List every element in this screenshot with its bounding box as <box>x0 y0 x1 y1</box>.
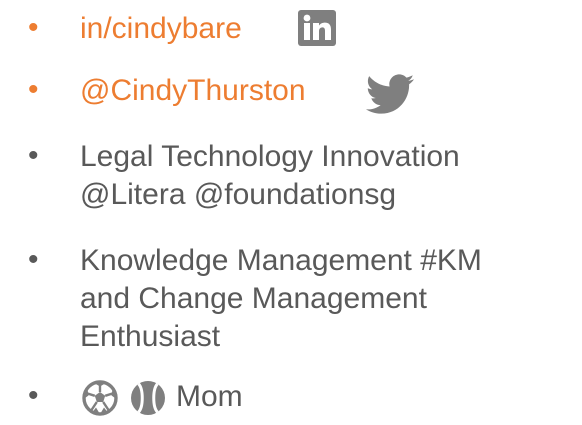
bullet-marker: • <box>28 243 39 276</box>
list-item-legal-tech: • Legal Technology Innovation @Litera @f… <box>0 136 582 218</box>
bullet-marker: • <box>28 379 39 412</box>
baseball-icon <box>130 380 166 421</box>
list-item-mom: • Mom <box>0 376 582 420</box>
list-item-knowledge-management: • Knowledge Management #KM and Change Ma… <box>0 240 582 360</box>
bullet-marker: • <box>28 11 39 44</box>
knowledge-line-2: and Change Management <box>80 282 427 315</box>
list-item-linkedin: • in/cindybare <box>0 8 582 52</box>
soccer-ball-icon <box>82 380 118 421</box>
linkedin-icon[interactable] <box>298 10 336 51</box>
knowledge-line-1: Knowledge Management #KM <box>80 244 482 277</box>
legal-tech-line-2: @Litera @foundationsg <box>80 178 397 211</box>
bio-bullet-list: • in/cindybare • @CindyThurston • Legal … <box>0 0 582 425</box>
twitter-bird-icon[interactable] <box>364 74 416 119</box>
bullet-marker: • <box>28 73 39 106</box>
bullet-marker: • <box>28 139 39 172</box>
linkedin-link[interactable]: in/cindybare <box>80 10 242 48</box>
legal-tech-line-1: Legal Technology Innovation <box>80 140 460 173</box>
knowledge-line-3: Enthusiast <box>80 320 221 353</box>
list-item-twitter: • @CindyThurston <box>0 70 582 114</box>
twitter-link[interactable]: @CindyThurston <box>80 72 306 110</box>
mom-label: Mom <box>176 380 243 413</box>
